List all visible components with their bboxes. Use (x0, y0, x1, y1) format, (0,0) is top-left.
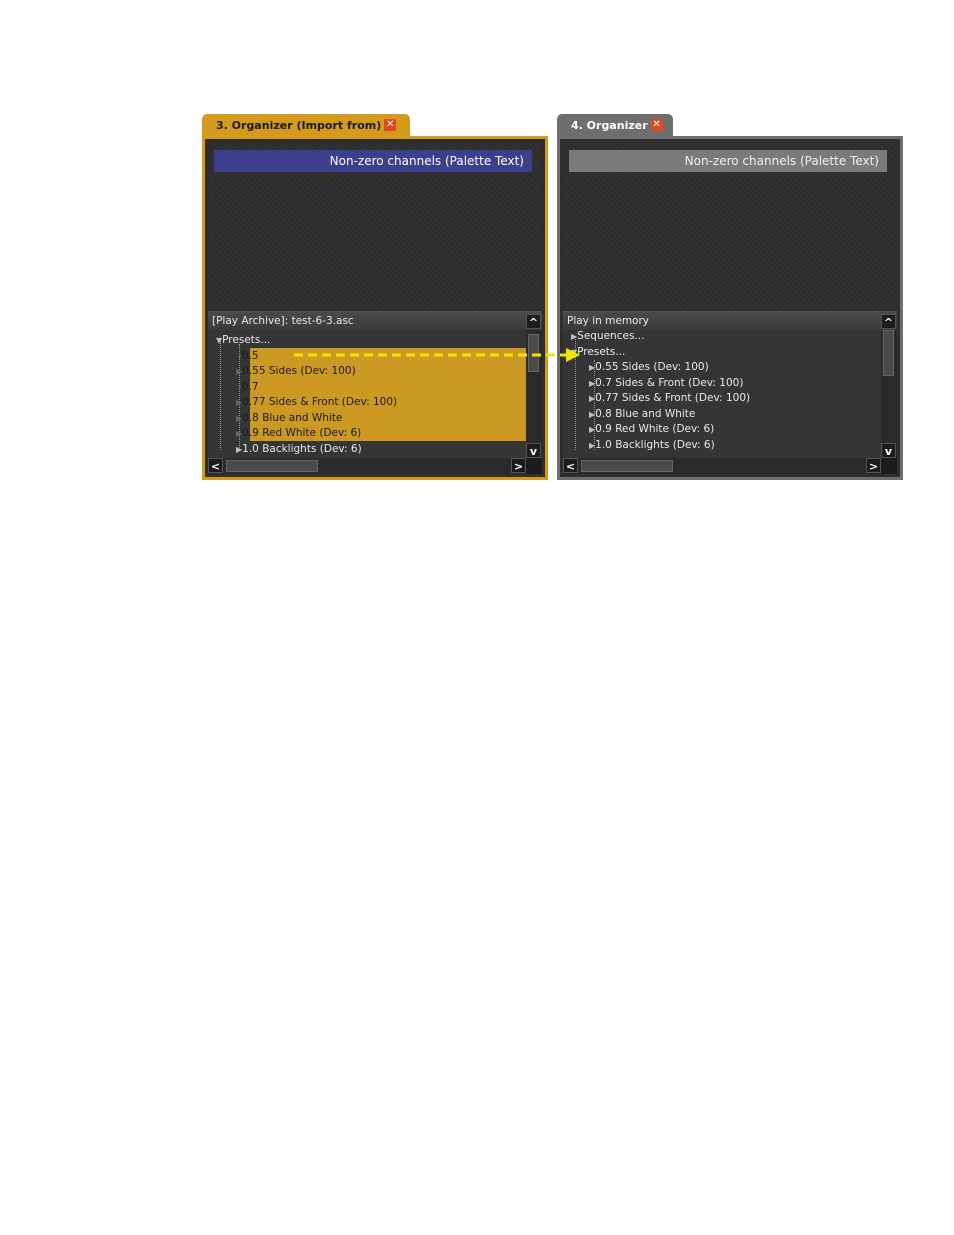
tree-item[interactable]: ▶0.8 Blue and White (589, 407, 695, 423)
scroll-up-button[interactable]: ^ (526, 314, 541, 329)
tree-item[interactable]: ▶0.55 Sides (Dev: 100) (589, 360, 709, 376)
tree-item[interactable]: ▶0.77 Sides & Front (Dev: 100) (236, 395, 397, 411)
tab-label: 3. Organizer (Import from) (216, 118, 382, 132)
tree-item[interactable]: -0.5 (238, 349, 259, 365)
scroll-thumb[interactable] (226, 460, 318, 472)
scroll-thumb[interactable] (528, 334, 539, 372)
close-icon[interactable]: ✕ (384, 119, 397, 131)
tree-item-sequences[interactable]: ▶Sequences... (571, 330, 644, 345)
scroll-up-button[interactable]: ^ (881, 314, 896, 329)
tab-organizer-import[interactable]: 3. Organizer (Import from) ✕ (202, 114, 410, 136)
scroll-down-button[interactable]: v (881, 443, 896, 458)
tree-item[interactable]: ▶1.0 Backlights (Dev: 6) (589, 438, 715, 454)
tab-label: 4. Organizer (571, 118, 648, 132)
close-icon[interactable]: ✕ (650, 119, 663, 131)
vertical-scrollbar[interactable]: ^ v (881, 314, 897, 458)
channel-area: Non-zero channels (Palette Text) (565, 144, 895, 309)
organizer-memory-window: 4. Organizer ✕ Non-zero channels (Palett… (557, 114, 903, 480)
tab-organizer[interactable]: 4. Organizer ✕ (557, 114, 673, 136)
channel-header: Non-zero channels (Palette Text) (569, 150, 887, 172)
scroll-down-button[interactable]: v (526, 443, 541, 458)
tree-pane: Play in memory ▶Sequences... ▼Presets...… (563, 311, 897, 474)
scroll-right-button[interactable]: > (511, 458, 526, 473)
horizontal-scrollbar[interactable]: < > (208, 458, 526, 474)
tree-view: ▶Sequences... ▼Presets... ▶0.55 Sides (D… (563, 330, 881, 458)
tree-item[interactable]: ▶0.8 Blue and White (236, 411, 342, 427)
tree-item-presets[interactable]: ▼Presets... (216, 333, 270, 349)
horizontal-scrollbar[interactable]: < > (563, 458, 881, 474)
tree-item[interactable]: ▶1.0 Backlights (Dev: 6) (236, 442, 362, 458)
scroll-left-button[interactable]: < (208, 458, 223, 473)
scroll-left-button[interactable]: < (563, 458, 578, 473)
panel-frame: Non-zero channels (Palette Text) Play in… (557, 136, 903, 480)
tree-line (220, 340, 221, 450)
tree-pane: [Play Archive]: test-6-3.asc ▼Presets...… (208, 311, 542, 474)
vertical-scrollbar[interactable]: ^ v (526, 314, 542, 458)
panel-frame: Non-zero channels (Palette Text) [Play A… (202, 136, 548, 480)
tree-item[interactable]: ▶0.55 Sides (Dev: 100) (236, 364, 356, 380)
tree-item-presets[interactable]: ▼Presets... (571, 345, 625, 361)
tree-view: ▼Presets... -0.5 ▶0.55 Sides (Dev: 100) … (208, 330, 526, 458)
scroll-thumb[interactable] (581, 460, 673, 472)
archive-caption: [Play Archive]: test-6-3.asc (208, 312, 542, 330)
tree-item[interactable]: ▶0.77 Sides & Front (Dev: 100) (589, 391, 750, 407)
scroll-thumb[interactable] (883, 330, 894, 376)
tree-item[interactable]: ▶0.9 Red White (Dev: 6) (236, 426, 361, 442)
organizer-import-window: 3. Organizer (Import from) ✕ Non-zero ch… (202, 114, 548, 480)
tree-item[interactable]: -0.7 (238, 380, 259, 396)
scroll-corner (526, 458, 542, 474)
tree-item[interactable]: ▶0.7 Sides & Front (Dev: 100) (589, 376, 743, 392)
scroll-right-button[interactable]: > (866, 458, 881, 473)
scroll-corner (881, 458, 897, 474)
tree-item[interactable]: ▶0.9 Red White (Dev: 6) (589, 422, 714, 438)
memory-caption: Play in memory (563, 312, 897, 330)
channel-area: Non-zero channels (Palette Text) (210, 144, 540, 309)
channel-header: Non-zero channels (Palette Text) (214, 150, 532, 172)
